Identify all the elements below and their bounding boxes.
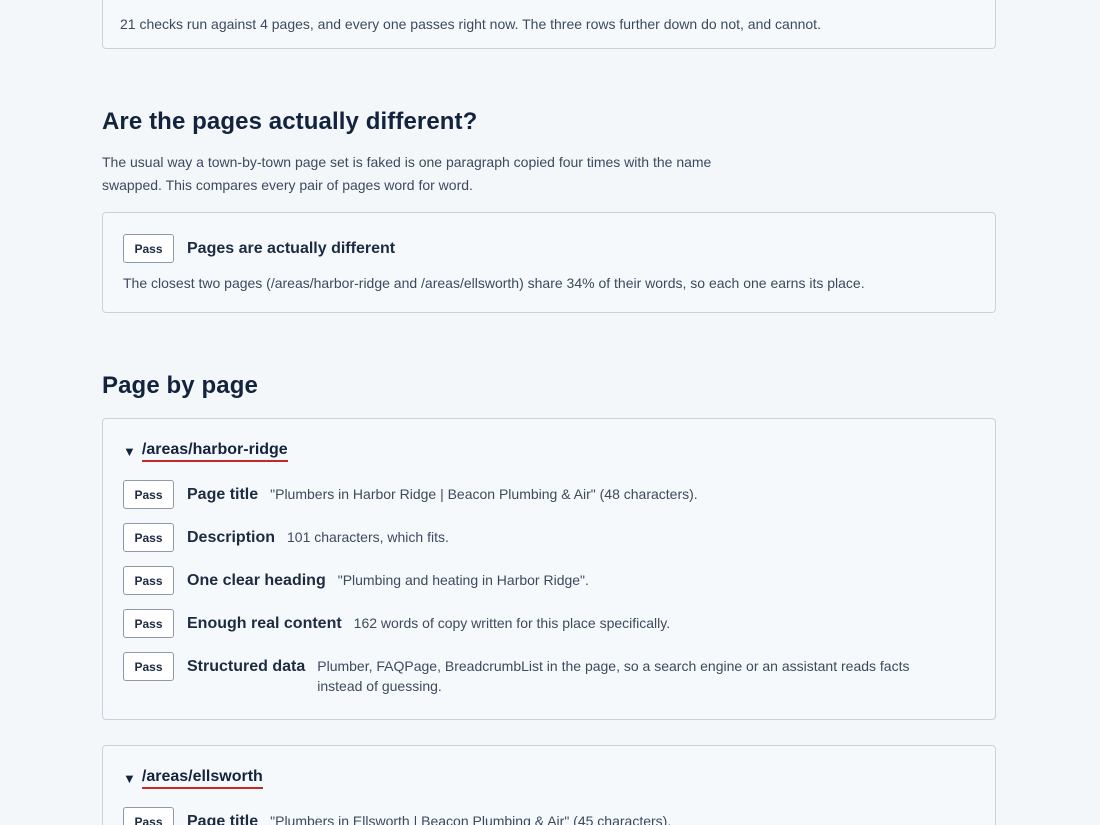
page-card-harbor-ridge: ▼ /areas/harbor-ridge Pass Page title "P… — [102, 418, 996, 720]
pass-badge: Pass — [123, 566, 174, 595]
check-row: Pass Enough real content 162 words of co… — [123, 609, 963, 638]
difference-check-detail: The closest two pages (/areas/harbor-rid… — [123, 275, 865, 291]
check-row: Pass Page title "Plumbers in Ellsworth |… — [123, 807, 963, 825]
check-detail: 162 words of copy written for this place… — [353, 615, 671, 631]
check-list: Pass Page title "Plumbers in Ellsworth |… — [123, 807, 963, 825]
check-title: Page title — [187, 813, 259, 825]
check-detail: "Plumbers in Ellsworth | Beacon Plumbing… — [270, 813, 672, 825]
check-title: Enough real content — [187, 615, 342, 632]
report-page: 21 checks run against 4 pages, and every… — [0, 0, 1100, 825]
check-title: Structured data — [187, 658, 306, 675]
pass-badge: Pass — [123, 480, 174, 509]
check-row: Pass One clear heading "Plumbing and hea… — [123, 566, 963, 595]
summary-card: 21 checks run against 4 pages, and every… — [102, 0, 996, 49]
check-row: Pass Page title "Plumbers in Harbor Ridg… — [123, 480, 963, 509]
page-disclosure[interactable]: ▼ /areas/harbor-ridge — [123, 441, 288, 462]
pass-badge: Pass — [123, 652, 174, 681]
page-card-ellsworth: ▼ /areas/ellsworth Pass Page title "Plum… — [102, 745, 996, 825]
check-title: Page title — [187, 486, 259, 503]
page-by-page-heading: Page by page — [102, 372, 258, 399]
triangle-down-icon[interactable]: ▼ — [123, 444, 136, 459]
pass-badge: Pass — [123, 523, 174, 552]
triangle-down-icon[interactable]: ▼ — [123, 771, 136, 786]
check-detail: 101 characters, which fits. — [287, 529, 449, 545]
page-disclosure[interactable]: ▼ /areas/ellsworth — [123, 768, 263, 789]
page-path-link[interactable]: /areas/harbor-ridge — [141, 441, 288, 462]
check-title: Description — [187, 529, 276, 546]
pass-badge: Pass — [123, 807, 174, 825]
check-row: Pass Description 101 characters, which f… — [123, 523, 963, 552]
difference-lede: The usual way a town-by-town page set is… — [102, 154, 712, 193]
check-detail: "Plumbers in Harbor Ridge | Beacon Plumb… — [270, 486, 698, 502]
page-path-link[interactable]: /areas/ellsworth — [141, 768, 263, 789]
check-title: One clear heading — [187, 572, 326, 589]
pass-badge: Pass — [123, 234, 174, 263]
check-detail: "Plumbing and heating in Harbor Ridge". — [337, 572, 589, 588]
difference-check-title: Pages are actually different — [187, 239, 396, 257]
summary-text: 21 checks run against 4 pages, and every… — [120, 16, 821, 32]
check-list: Pass Page title "Plumbers in Harbor Ridg… — [123, 480, 963, 710]
difference-check: Pass Pages are actually different — [123, 234, 395, 263]
difference-heading: Are the pages actually different? — [102, 108, 478, 135]
pass-badge: Pass — [123, 609, 174, 638]
difference-card: Pass Pages are actually different The cl… — [102, 212, 996, 313]
check-detail: Plumber, FAQPage, BreadcrumbList in the … — [317, 658, 910, 694]
check-row: Pass Structured data Plumber, FAQPage, B… — [123, 652, 963, 696]
